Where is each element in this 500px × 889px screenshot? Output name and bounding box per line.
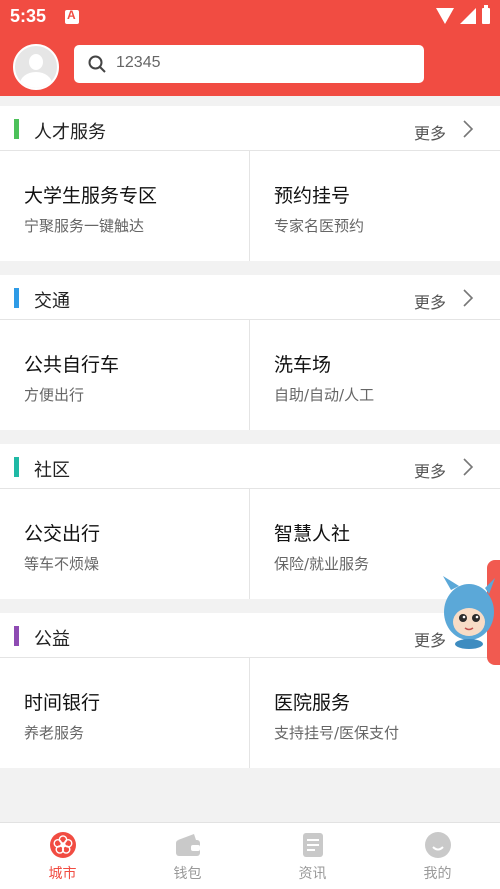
tile-subtitle: 专家名医预约 xyxy=(274,217,365,235)
section-title: 公益 xyxy=(34,629,70,650)
wallet-icon xyxy=(175,834,200,856)
tab-news[interactable]: 资讯 xyxy=(250,823,375,889)
service-tile-bus[interactable]: 公交出行 等车不烦燥 xyxy=(0,489,249,599)
section-accent-bar xyxy=(14,288,19,308)
section-title: 人才服务 xyxy=(34,122,106,143)
service-tile-car-wash[interactable]: 洗车场 自助/自动/人工 xyxy=(249,320,499,430)
service-tile-university[interactable]: 大学生服务专区 宁聚服务一键触达 xyxy=(0,151,249,261)
section-accent-bar xyxy=(14,119,19,139)
tile-subtitle: 养老服务 xyxy=(24,724,85,742)
section-title: 社区 xyxy=(34,460,70,481)
service-tile-time-bank[interactable]: 时间银行 养老服务 xyxy=(0,658,249,768)
status-indicators xyxy=(436,5,490,24)
tile-title: 洗车场 xyxy=(274,354,332,376)
signal-icon xyxy=(460,8,476,24)
chevron-right-icon[interactable] xyxy=(462,458,474,476)
section-header: 社区 更多 xyxy=(0,444,500,489)
status-bar: 5:35 xyxy=(0,0,500,34)
tile-title: 大学生服务专区 xyxy=(24,185,158,207)
tile-title: 时间银行 xyxy=(24,692,101,714)
search-value: 12345 xyxy=(116,54,161,71)
status-time: 5:35 xyxy=(10,6,47,26)
section-community: 社区 更多 公交出行 等车不烦燥 智慧人社 保险/就业服务 xyxy=(0,444,500,599)
tab-mine[interactable]: 我的 xyxy=(375,823,500,889)
tab-label: 城市 xyxy=(48,866,77,882)
section-header: 公益 更多 xyxy=(0,613,500,658)
section-traffic: 交通 更多 公共自行车 方便出行 洗车场 自助/自动/人工 xyxy=(0,275,500,430)
section-header: 交通 更多 xyxy=(0,275,500,320)
search-icon xyxy=(88,55,106,73)
more-link[interactable]: 更多 xyxy=(414,289,446,313)
city-flower-icon xyxy=(49,832,76,858)
chevron-right-icon[interactable] xyxy=(462,289,474,307)
section-header: 人才服务 更多 xyxy=(0,106,500,151)
more-link[interactable]: 更多 xyxy=(414,458,446,482)
wifi-icon xyxy=(436,8,454,24)
mascot-float-button[interactable] xyxy=(439,570,500,650)
tile-subtitle: 保险/就业服务 xyxy=(274,555,370,573)
tab-wallet[interactable]: 钱包 xyxy=(125,823,250,889)
tile-subtitle: 宁聚服务一键触达 xyxy=(24,217,145,235)
tile-subtitle: 自助/自动/人工 xyxy=(274,386,375,404)
tile-subtitle: 方便出行 xyxy=(24,386,85,404)
service-tile-hospital[interactable]: 医院服务 支持挂号/医保支付 xyxy=(249,658,499,768)
tab-label: 钱包 xyxy=(173,866,202,882)
tab-city[interactable]: 城市 xyxy=(0,823,125,889)
bottom-tab-bar: 城市 钱包 资讯 我的 xyxy=(0,822,500,889)
avatar[interactable] xyxy=(13,44,59,90)
tile-subtitle: 支持挂号/医保支付 xyxy=(274,724,400,742)
section-title: 交通 xyxy=(34,291,70,312)
news-icon xyxy=(302,833,323,857)
service-tile-appointment[interactable]: 预约挂号 专家名医预约 xyxy=(249,151,499,261)
tile-title: 医院服务 xyxy=(274,692,351,714)
app-notification-icon xyxy=(65,8,79,24)
tile-title: 公共自行车 xyxy=(24,354,120,376)
section-accent-bar xyxy=(14,457,19,477)
more-link[interactable]: 更多 xyxy=(414,120,446,144)
section-talent: 人才服务 更多 大学生服务专区 宁聚服务一键触达 预约挂号 专家名医预约 xyxy=(0,106,500,261)
chevron-right-icon[interactable] xyxy=(462,120,474,138)
app-header: 5:35 12345 xyxy=(0,0,500,96)
search-input[interactable]: 12345 xyxy=(74,45,424,83)
profile-face-icon xyxy=(424,832,451,858)
tile-subtitle: 等车不烦燥 xyxy=(24,555,100,573)
service-tile-public-bike[interactable]: 公共自行车 方便出行 xyxy=(0,320,249,430)
tab-label: 资讯 xyxy=(298,866,327,882)
battery-icon xyxy=(482,5,490,24)
tile-title: 预约挂号 xyxy=(274,185,351,207)
tile-title: 智慧人社 xyxy=(274,523,351,545)
section-accent-bar xyxy=(14,626,19,646)
tile-title: 公交出行 xyxy=(24,523,101,545)
section-welfare: 公益 更多 时间银行 养老服务 医院服务 支持挂号/医保支付 xyxy=(0,613,500,768)
tab-label: 我的 xyxy=(423,866,452,882)
